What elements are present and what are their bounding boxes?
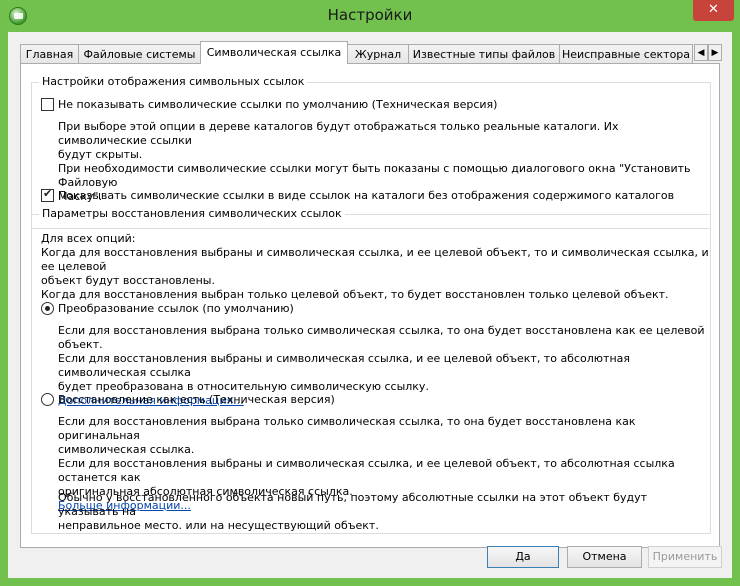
restore-as-is-radio[interactable] <box>41 393 54 406</box>
tab-file-systems[interactable]: Файловые системы <box>78 44 201 63</box>
tab-bad-sectors[interactable]: Неисправные сектора <box>559 44 693 63</box>
ok-button[interactable]: Да <box>487 546 559 568</box>
tab-main[interactable]: Главная <box>20 44 79 63</box>
hide-links-label: Не показывать символические ссылки по ум… <box>58 98 498 111</box>
cancel-button[interactable]: Отмена <box>567 546 642 568</box>
restore-settings-group: Параметры восстановления символических с… <box>31 207 711 534</box>
restore-as-is-label: Восстановление как есть (Техническая вер… <box>58 393 335 406</box>
display-group-title: Настройки отображения символьных ссылок <box>39 75 308 88</box>
absolute-links-note: Обычно у восстановленного объекта новый … <box>58 491 648 532</box>
close-button[interactable]: ✕ <box>693 0 734 21</box>
show-links-checkbox[interactable] <box>41 187 54 202</box>
restore-group-title: Параметры восстановления символических с… <box>39 207 345 220</box>
settings-window: Настройки ✕ Главная Файловые системы Сим… <box>0 0 740 586</box>
tab-strip: Главная Файловые системы Символическая с… <box>20 41 722 64</box>
title-bar: Настройки ✕ <box>0 0 740 32</box>
dialog-client: Главная Файловые системы Символическая с… <box>8 32 732 578</box>
window-title: Настройки <box>327 6 413 24</box>
tab-journal[interactable]: Журнал <box>347 44 409 63</box>
tab-symbolic-link[interactable]: Символическая ссылка <box>200 41 348 64</box>
restore-intro-text: Для всех опций: Когда для восстановления… <box>41 232 709 301</box>
tab-panel-symbolic-link: Настройки отображения символьных ссылок … <box>20 63 720 548</box>
convert-links-label: Преобразование ссылок (по умолчанию) <box>58 302 294 315</box>
tab-scroll-left-icon[interactable]: ◀ <box>694 44 708 61</box>
hide-links-checkbox[interactable] <box>41 98 54 111</box>
tab-known-file-types[interactable]: Известные типы файлов <box>408 44 560 63</box>
convert-links-radio[interactable] <box>41 302 54 315</box>
tab-scroll-right-icon[interactable]: ▶ <box>708 44 722 61</box>
apply-button[interactable]: Применить <box>648 546 722 568</box>
show-links-label: Показывать символические ссылки в виде с… <box>58 189 675 202</box>
